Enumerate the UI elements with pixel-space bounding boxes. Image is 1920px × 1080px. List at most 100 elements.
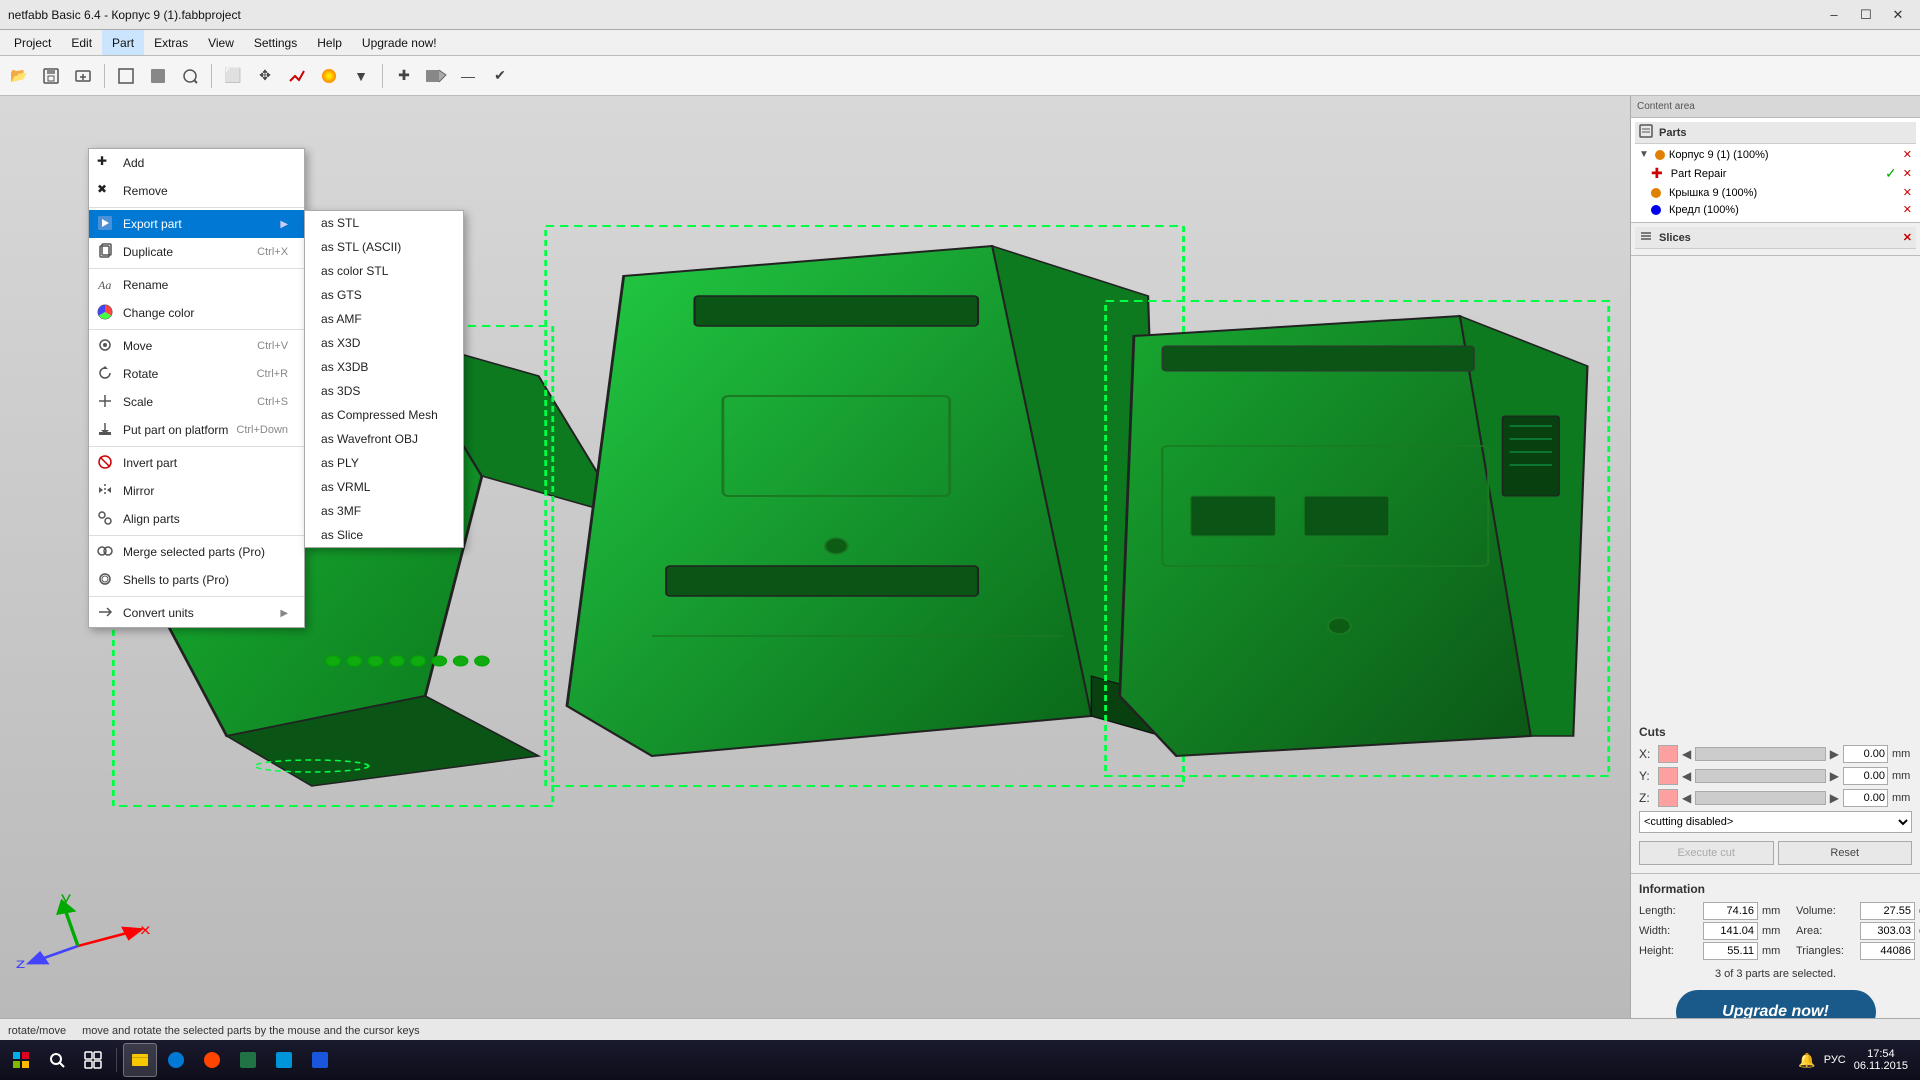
menu-help[interactable]: Help (307, 30, 352, 55)
tree-item-repair[interactable]: ✚ Part Repair ✓ ✕ (1635, 163, 1916, 184)
export-3ds[interactable]: as 3DS (305, 379, 463, 403)
minus-line-button[interactable]: ― (453, 61, 483, 91)
taskbar-app1[interactable] (159, 1043, 193, 1077)
menu-invert-part[interactable]: Invert part (89, 449, 304, 477)
move-button[interactable]: ✥ (250, 61, 280, 91)
tree-item-kredl[interactable]: Кредл (100%) ✕ (1635, 201, 1916, 218)
cut-y-slider[interactable] (1695, 769, 1826, 783)
close-icon[interactable]: ✕ (1903, 167, 1912, 180)
cut-z-value[interactable] (1843, 789, 1888, 807)
cut-z-right-arrow[interactable]: ▶ (1830, 791, 1839, 805)
save-button[interactable] (36, 61, 66, 91)
close-icon[interactable]: ✕ (1903, 186, 1912, 199)
toolbar-sep-1 (104, 64, 105, 88)
taskview-button[interactable] (76, 1043, 110, 1077)
export-ply[interactable]: as PLY (305, 451, 463, 475)
export-slice[interactable]: as Slice (305, 523, 463, 547)
menu-convert-units[interactable]: Convert units ▶ (89, 599, 304, 627)
execute-cut-button[interactable]: Execute cut (1639, 841, 1774, 865)
notification-icon[interactable]: 🔔 (1798, 1052, 1815, 1069)
maximize-button[interactable]: ☐ (1852, 4, 1880, 26)
export-wavefront-obj[interactable]: as Wavefront OBJ (305, 427, 463, 451)
menu-align-parts[interactable]: Align parts (89, 505, 304, 533)
cut-z-left-arrow[interactable]: ◀ (1682, 791, 1691, 805)
viewport[interactable]: x y z ✚ Add (0, 96, 1630, 1052)
menu-part[interactable]: Part (102, 30, 144, 55)
menu-settings[interactable]: Settings (244, 30, 307, 55)
menu-upgrade[interactable]: Upgrade now! (352, 30, 447, 55)
cut-y-value[interactable] (1843, 767, 1888, 785)
tree-item-kryshka[interactable]: Крышка 9 (100%) ✕ (1635, 184, 1916, 201)
minimize-button[interactable]: ‒ (1820, 4, 1848, 26)
taskbar-app5[interactable] (303, 1043, 337, 1077)
menu-rename[interactable]: Aa Rename (89, 271, 304, 299)
cut-y-color-btn[interactable] (1658, 767, 1678, 785)
taskbar-app3[interactable] (231, 1043, 265, 1077)
export-x3db[interactable]: as X3DB (305, 355, 463, 379)
check-button[interactable]: ✔ (485, 61, 515, 91)
cut-z-slider[interactable] (1695, 791, 1826, 805)
taskbar-explorer[interactable] (123, 1043, 157, 1077)
open-button[interactable]: 📂 (4, 61, 34, 91)
cut-y-left-arrow[interactable]: ◀ (1682, 769, 1691, 783)
repair-button[interactable] (282, 61, 312, 91)
export-gts[interactable]: as GTS (305, 283, 463, 307)
export-color-stl[interactable]: as color STL (305, 259, 463, 283)
menu-add[interactable]: ✚ Add (89, 149, 304, 177)
reset-button[interactable]: Reset (1778, 841, 1913, 865)
cut-x-right-arrow[interactable]: ▶ (1830, 747, 1839, 761)
menu-shells-to-parts[interactable]: Shells to parts (Pro) (89, 566, 304, 594)
export-x3d[interactable]: as X3D (305, 331, 463, 355)
search-button[interactable] (40, 1043, 74, 1077)
export-amf[interactable]: as AMF (305, 307, 463, 331)
menu-change-color[interactable]: Change color (89, 299, 304, 327)
export-stl[interactable]: as STL (305, 211, 463, 235)
menu-export-part[interactable]: Export part ▶ as STL as STL (ASCII) as c… (89, 210, 304, 238)
cut-x-value[interactable] (1843, 745, 1888, 763)
plus-button[interactable]: ✚ (389, 61, 419, 91)
menu-duplicate[interactable]: Duplicate Ctrl+X (89, 238, 304, 266)
window-controls[interactable]: ‒ ☐ ✕ (1820, 4, 1912, 26)
cut-z-unit: mm (1892, 792, 1912, 804)
taskbar-app4[interactable] (267, 1043, 301, 1077)
menu-move[interactable]: Move Ctrl+V (89, 332, 304, 360)
cut-x-left-arrow[interactable]: ◀ (1682, 747, 1691, 761)
taskbar-app2[interactable] (195, 1043, 229, 1077)
shape-button[interactable] (421, 61, 451, 91)
menu-remove[interactable]: ✖ Remove (89, 177, 304, 205)
add-part-button[interactable] (68, 61, 98, 91)
export-stl-ascii[interactable]: as STL (ASCII) (305, 235, 463, 259)
slices-close-icon[interactable]: ✕ (1903, 231, 1912, 244)
close-icon[interactable]: ✕ (1903, 148, 1912, 161)
dropdown-button[interactable]: ▼ (346, 61, 376, 91)
solid-button[interactable] (143, 61, 173, 91)
cut-x-slider[interactable] (1695, 747, 1826, 761)
menu-extras[interactable]: Extras (144, 30, 198, 55)
tree-item-korpus[interactable]: ▼ Корпус 9 (1) (100%) ✕ (1635, 146, 1916, 163)
menu-edit[interactable]: Edit (61, 30, 102, 55)
menu-project[interactable]: Project (4, 30, 61, 55)
export-3mf[interactable]: as 3MF (305, 499, 463, 523)
color-button[interactable] (314, 61, 344, 91)
duplicate-icon (97, 243, 115, 261)
export-compressed-mesh[interactable]: as Compressed Mesh (305, 403, 463, 427)
export-vrml[interactable]: as VRML (305, 475, 463, 499)
cutting-mode-select[interactable]: <cutting disabled> (1639, 811, 1912, 833)
rename-icon: Aa (97, 276, 115, 294)
cut-x-color-btn[interactable] (1658, 745, 1678, 763)
zoom-fit-button[interactable] (175, 61, 205, 91)
pointer-button[interactable]: ⬜ (218, 61, 248, 91)
cut-y-right-arrow[interactable]: ▶ (1830, 769, 1839, 783)
start-button[interactable] (4, 1043, 38, 1077)
menu-mirror[interactable]: Mirror (89, 477, 304, 505)
menu-merge-parts[interactable]: Merge selected parts (Pro) (89, 538, 304, 566)
menu-scale[interactable]: Scale Ctrl+S (89, 388, 304, 416)
menu-put-on-platform[interactable]: Put part on platform Ctrl+Down (89, 416, 304, 444)
menu-rotate[interactable]: Rotate Ctrl+R (89, 360, 304, 388)
wireframe-button[interactable] (111, 61, 141, 91)
menu-view[interactable]: View (198, 30, 244, 55)
close-button[interactable]: ✕ (1884, 4, 1912, 26)
cut-z-color-btn[interactable] (1658, 789, 1678, 807)
close-icon[interactable]: ✕ (1903, 203, 1912, 216)
cut-row-y: Y: ◀ ▶ mm (1639, 767, 1912, 785)
